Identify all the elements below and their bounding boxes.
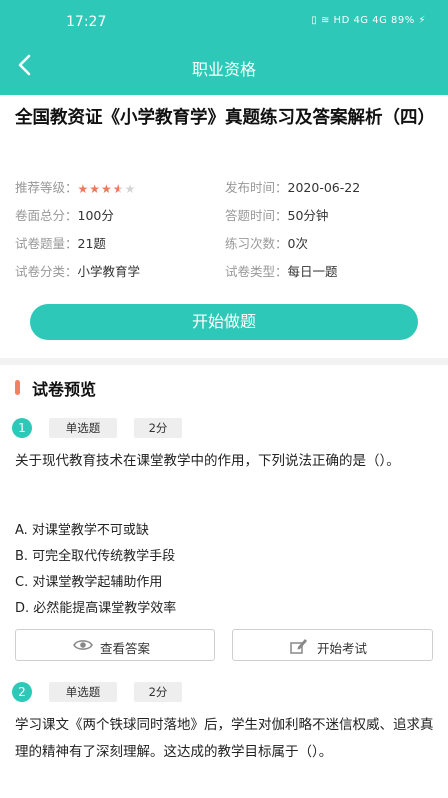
page-title: 职业资格 (191, 60, 256, 79)
network-indicators: HD 4G 4G (333, 15, 388, 26)
category-row: 试卷分类：小学教育学 (15, 261, 140, 280)
question-type-tag: 单选题 (49, 682, 117, 702)
charging-icon: ⚡ (418, 15, 426, 26)
star-icon: ★ (77, 182, 90, 196)
view-answer-button[interactable]: 查看答案 (15, 629, 215, 661)
score-label: 卷面总分： (15, 208, 78, 223)
vibrate-icon: ▯ (311, 15, 318, 26)
app-header: 17:27 ▯ ≋ HD 4G 4G 89% ⚡ 职业资格 (0, 0, 448, 95)
score-value: 100分 (77, 208, 114, 223)
question-type-tag: 单选题 (49, 418, 117, 438)
type-row: 试卷类型：每日一题 (225, 261, 338, 280)
status-time: 17:27 (66, 14, 107, 30)
rating-label: 推荐等级： (15, 180, 78, 195)
practice-value: 0次 (287, 236, 308, 251)
exam-info-card: 全国教资证《小学教育学》真题练习及答案解析（四） 推荐等级：★★★★★ 发布时间… (0, 95, 448, 358)
exam-preview-section: 试卷预览 1 单选题 2分 关于现代教育技术在课堂教学中的作用，下列说法正确的是… (0, 365, 448, 798)
wifi-icon: ≋ (320, 15, 330, 26)
section-accent-bar (15, 380, 20, 395)
time-label: 答题时间： (225, 208, 288, 223)
eye-icon (73, 640, 93, 650)
publish-label: 发布时间： (225, 180, 288, 195)
status-indicators: ▯ ≋ HD 4G 4G 89% ⚡ (311, 15, 426, 26)
question-text: 学习课文《两个铁球同时落地》后，学生对伽利略不迷信权威、追求真理的精神有了深刻理… (15, 717, 434, 760)
star-icon: ★ (113, 182, 125, 196)
nav-bar: 职业资格 (0, 44, 448, 92)
exam-pen-icon (290, 639, 307, 654)
rating-stars: ★★★★ ★ (78, 182, 137, 196)
time-value: 50分钟 (287, 208, 329, 223)
category-label: 试卷分类： (15, 264, 78, 279)
question-option[interactable]: A. 对课堂教学不可或缺 (15, 519, 149, 538)
time-row: 答题时间：50分钟 (225, 205, 328, 224)
publish-value: 2020-06-22 (287, 180, 361, 195)
question-text: 关于现代教育技术在课堂教学中的作用，下列说法正确的是（）。 (15, 453, 400, 469)
type-value: 每日一题 (287, 264, 338, 279)
count-label: 试卷题量： (15, 236, 78, 251)
count-value: 21题 (77, 236, 106, 251)
question-points-tag: 2分 (134, 682, 182, 702)
question-number: 2 (12, 682, 32, 702)
start-practice-button[interactable]: 开始做题 (30, 304, 418, 340)
star-icon: ★ (101, 182, 113, 196)
start-exam-label: 开始考试 (317, 641, 368, 656)
view-answer-label: 查看答案 (100, 641, 151, 656)
rating-row: 推荐等级：★★★★ ★ (15, 177, 136, 196)
question-option[interactable]: C. 对课堂教学起辅助作用 (15, 571, 162, 590)
count-row: 试卷题量：21题 (15, 233, 106, 252)
exam-title: 全国教资证《小学教育学》真题练习及答案解析（四） (15, 108, 435, 128)
practice-row: 练习次数：0次 (225, 233, 308, 252)
battery-level: 89% (391, 15, 415, 26)
question-option[interactable]: B. 可完全取代传统教学手段 (15, 545, 175, 564)
score-row: 卷面总分：100分 (15, 205, 114, 224)
type-label: 试卷类型： (225, 264, 288, 279)
question-option[interactable]: D. 必然能提高课堂教学效率 (15, 597, 176, 616)
question-points-tag: 2分 (134, 418, 182, 438)
star-icon: ★ (89, 182, 102, 196)
star-icon: ★ (124, 182, 137, 196)
status-bar: 17:27 ▯ ≋ HD 4G 4G 89% ⚡ (0, 0, 448, 44)
category-value: 小学教育学 (77, 264, 141, 279)
section-title: 试卷预览 (32, 380, 97, 399)
start-exam-button[interactable]: 开始考试 (232, 629, 433, 661)
question-number: 1 (12, 418, 32, 438)
practice-label: 练习次数： (225, 236, 288, 251)
publish-row: 发布时间：2020-06-22 (225, 177, 360, 196)
